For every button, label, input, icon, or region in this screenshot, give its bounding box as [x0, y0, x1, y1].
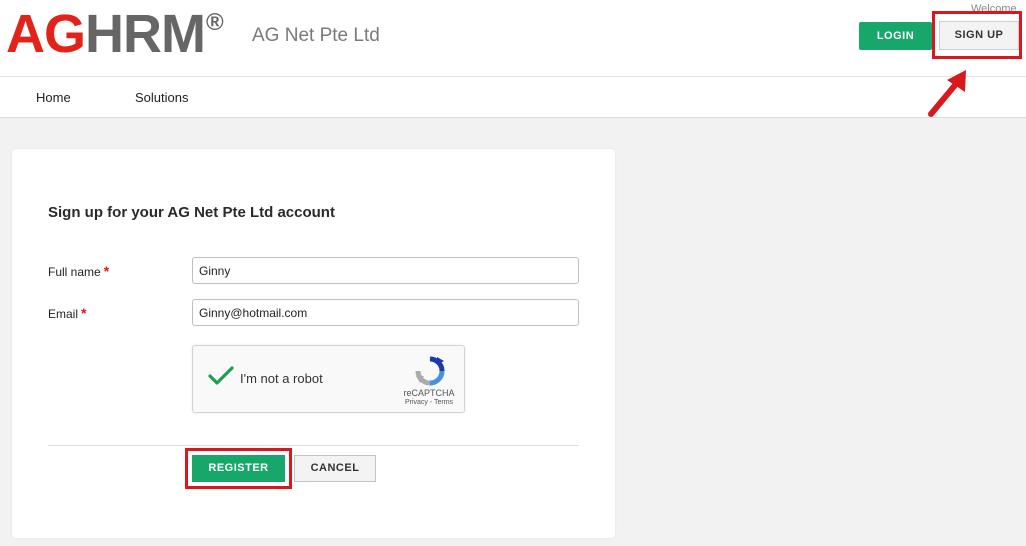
- email-label-text: Email: [48, 307, 79, 321]
- annotation-arrow-icon: [928, 70, 966, 117]
- email-label: Email *: [48, 305, 86, 321]
- recaptcha-brand: reCAPTCHA: [403, 388, 455, 398]
- required-marker: *: [81, 305, 87, 321]
- register-button[interactable]: REGISTER: [192, 455, 285, 482]
- form-divider: [48, 445, 579, 446]
- main-nav: Home Solutions: [0, 77, 1026, 118]
- checkmark-icon[interactable]: [207, 364, 235, 388]
- login-button[interactable]: LOGIN: [859, 22, 932, 50]
- nav-item-solutions[interactable]: Solutions: [135, 90, 188, 105]
- recaptcha-links[interactable]: Privacy - Terms: [401, 399, 457, 406]
- recaptcha-label: I'm not a robot: [240, 371, 323, 386]
- fullname-label-text: Full name: [48, 265, 101, 279]
- signup-button[interactable]: SIGN UP: [939, 21, 1019, 50]
- fullname-label: Full name *: [48, 263, 109, 279]
- fullname-input[interactable]: [192, 257, 579, 284]
- email-input[interactable]: [192, 299, 579, 326]
- form-title: Sign up for your AG Net Pte Ltd account: [48, 204, 335, 221]
- recaptcha-logo-icon: [415, 356, 445, 386]
- nav-item-home[interactable]: Home: [36, 90, 71, 105]
- signup-card: Sign up for your AG Net Pte Ltd account …: [12, 149, 615, 538]
- logo-hrm-text: HRM: [85, 4, 206, 64]
- top-header: AGHRM® AG Net Pte Ltd Welcome LOGIN SIGN…: [0, 0, 1026, 77]
- required-marker: *: [103, 263, 110, 279]
- company-name: AG Net Pte Ltd: [252, 25, 380, 46]
- cancel-button[interactable]: CANCEL: [294, 455, 376, 482]
- logo-ag-text: AG: [6, 4, 86, 64]
- aghrm-logo[interactable]: AGHRM®: [6, 4, 224, 64]
- recaptcha-widget: I'm not a robot reCAPTCHA Privacy - Term…: [192, 345, 465, 413]
- logo-registered-mark: ®: [205, 9, 224, 36]
